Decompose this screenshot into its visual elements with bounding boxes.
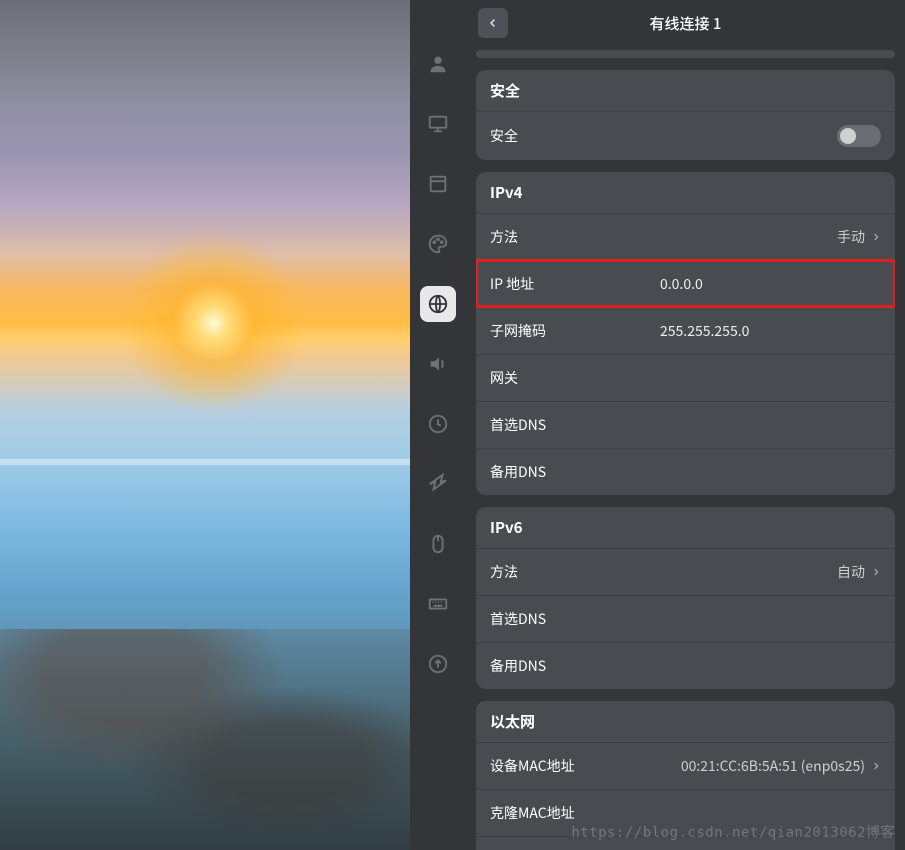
sound-icon[interactable] bbox=[420, 346, 456, 382]
row-label: 设备MAC地址 bbox=[490, 756, 660, 776]
row-label: 首选DNS bbox=[490, 609, 660, 629]
section-heading: 安全 bbox=[476, 70, 895, 111]
mouse-icon[interactable] bbox=[420, 526, 456, 562]
section-heading: IPv6 bbox=[476, 507, 895, 548]
update-icon[interactable] bbox=[420, 646, 456, 682]
ipv4-method-row[interactable]: 方法 手动 bbox=[476, 213, 895, 260]
row-label: 备用DNS bbox=[490, 656, 660, 676]
row-label: 方法 bbox=[490, 227, 660, 247]
row-value: 00:21:CC:6B:5A:51 (enp0s25) bbox=[681, 756, 865, 776]
row-label: 子网掩码 bbox=[490, 321, 660, 341]
scroll-indicator bbox=[476, 50, 895, 58]
network-icon[interactable] bbox=[420, 286, 456, 322]
section-security: 安全 安全 bbox=[476, 70, 895, 160]
section-heading: 以太网 bbox=[476, 701, 895, 742]
person-icon[interactable] bbox=[420, 46, 456, 82]
section-ipv4: IPv4 方法 手动 IP 地址 0.0.0.0 子网掩码 bbox=[476, 172, 895, 495]
ipv4-netmask-row[interactable]: 子网掩码 255.255.255.0 bbox=[476, 307, 895, 354]
section-ethernet: 以太网 设备MAC地址 00:21:CC:6B:5A:51 (enp0s25) … bbox=[476, 701, 895, 850]
palette-icon[interactable] bbox=[420, 226, 456, 262]
panel-header: 有线连接 1 bbox=[466, 0, 905, 46]
security-toggle[interactable] bbox=[837, 125, 881, 147]
row-label: 备用DNS bbox=[490, 462, 660, 482]
ipv6-method-row[interactable]: 方法 自动 bbox=[476, 548, 895, 595]
ethernet-clone-mac-row[interactable]: 克隆MAC地址 bbox=[476, 789, 895, 836]
chevron-right-icon bbox=[871, 756, 881, 776]
settings-sidebar bbox=[410, 0, 466, 850]
row-label: 首选DNS bbox=[490, 415, 660, 435]
ethernet-mac-row[interactable]: 设备MAC地址 00:21:CC:6B:5A:51 (enp0s25) bbox=[476, 742, 895, 789]
window-icon[interactable] bbox=[420, 166, 456, 202]
ipv6-dns1-row[interactable]: 首选DNS bbox=[476, 595, 895, 642]
time-icon[interactable] bbox=[420, 406, 456, 442]
row-value: 255.255.255.0 bbox=[660, 321, 881, 341]
ipv4-gateway-row[interactable]: 网关 bbox=[476, 354, 895, 401]
keyboard-icon[interactable] bbox=[420, 586, 456, 622]
section-heading: IPv4 bbox=[476, 172, 895, 213]
chevron-right-icon bbox=[871, 227, 881, 247]
row-label: 方法 bbox=[490, 562, 660, 582]
row-value: 手动 bbox=[837, 227, 865, 247]
row-value: 自动 bbox=[837, 562, 865, 582]
ipv6-dns2-row[interactable]: 备用DNS bbox=[476, 642, 895, 689]
row-label: 克隆MAC地址 bbox=[490, 803, 660, 823]
row-label: 安全 bbox=[490, 126, 660, 146]
chevron-right-icon bbox=[871, 562, 881, 582]
row-value: 0.0.0.0 bbox=[660, 274, 881, 294]
desktop-wallpaper bbox=[0, 0, 410, 850]
row-label: IP 地址 bbox=[490, 274, 660, 294]
section-ipv6: IPv6 方法 自动 首选DNS 备用DNS bbox=[476, 507, 895, 689]
page-title: 有线连接 1 bbox=[466, 13, 905, 34]
ethernet-mtu-row[interactable]: 自定义MTU bbox=[476, 836, 895, 850]
settings-panel: 有线连接 1 安全 安全 IPv4 方法 手动 bbox=[466, 0, 905, 850]
security-toggle-row[interactable]: 安全 bbox=[476, 111, 895, 160]
ipv4-dns1-row[interactable]: 首选DNS bbox=[476, 401, 895, 448]
row-label: 网关 bbox=[490, 368, 660, 388]
display-icon[interactable] bbox=[420, 106, 456, 142]
ipv4-dns2-row[interactable]: 备用DNS bbox=[476, 448, 895, 495]
power-icon[interactable] bbox=[420, 466, 456, 502]
ipv4-ip-row[interactable]: IP 地址 0.0.0.0 bbox=[476, 260, 895, 307]
